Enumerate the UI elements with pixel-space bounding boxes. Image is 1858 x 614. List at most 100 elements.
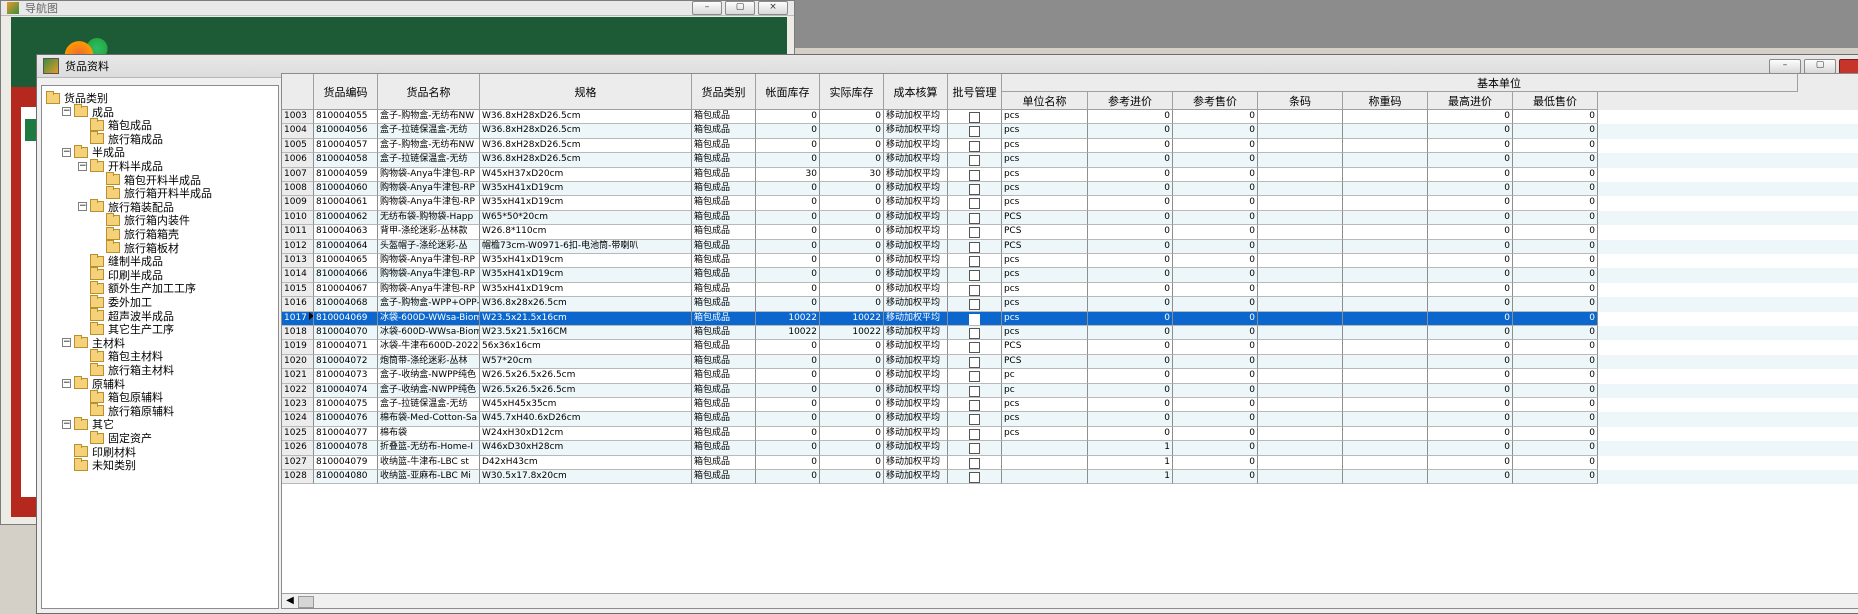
table-cell[interactable]: 0 [1428, 326, 1513, 341]
table-row[interactable]: 1005 810004057 盒子-购物盒-无纺布NW W36.8xH28xD26.5… [282, 138, 1858, 154]
table-cell[interactable] [1343, 254, 1428, 269]
table-cell[interactable]: 810004058 [314, 153, 378, 168]
table-cell[interactable]: 810004061 [314, 196, 378, 211]
table-cell[interactable]: 0 [820, 412, 884, 427]
table-cell[interactable]: 0 [1088, 297, 1173, 312]
table-cell[interactable] [1258, 354, 1343, 370]
table-cell[interactable]: 0 [1428, 110, 1513, 125]
table-cell[interactable]: 1 [1088, 441, 1173, 456]
table-cell[interactable]: 移动加权平均 [884, 441, 948, 456]
table-cell[interactable]: 箱包成品 [692, 167, 756, 182]
table-cell[interactable]: 移动加权平均 [884, 138, 948, 154]
table-cell[interactable]: 移动加权平均 [884, 153, 948, 168]
table-cell[interactable]: 箱包成品 [692, 210, 756, 226]
table-cell[interactable]: 0 [1513, 426, 1598, 442]
table-cell[interactable]: 810004077 [314, 426, 378, 442]
table-cell[interactable]: W65*50*20cm [480, 210, 692, 226]
table-cell[interactable]: 0 [1088, 311, 1173, 326]
table-cell[interactable]: 0 [756, 340, 820, 355]
table-cell[interactable]: 0 [1173, 297, 1258, 312]
table-cell[interactable]: 0 [1088, 398, 1173, 413]
table-cell[interactable]: 箱包成品 [692, 196, 756, 211]
table-cell[interactable]: W26.5x26.5x26.5cm [480, 369, 692, 384]
table-cell[interactable]: 0 [1428, 383, 1513, 398]
table-cell[interactable] [1258, 182, 1343, 197]
table-cell[interactable]: 冰袋-600D-WWsa-Biome [378, 326, 480, 341]
batch-checkbox[interactable] [948, 196, 1002, 211]
table-cell[interactable] [1343, 455, 1428, 470]
table-cell[interactable]: 0 [756, 254, 820, 269]
table-row[interactable]: 1021 810004073 盒子-收纳盒-NWPP纯色 W26.5x26.5x26.… [282, 369, 1858, 384]
table-cell[interactable]: 盒子-购物盒-WPP+OPP- [378, 297, 480, 312]
batch-checkbox[interactable] [948, 398, 1002, 413]
table-cell[interactable]: W23.5x21.5x16CM [480, 326, 692, 341]
table-cell[interactable]: 0 [1173, 340, 1258, 355]
column-header[interactable]: 成本核算 [884, 74, 948, 110]
batch-checkbox[interactable] [948, 282, 1002, 298]
table-cell[interactable]: 0 [1428, 354, 1513, 370]
table-cell[interactable]: 0 [756, 470, 820, 485]
table-cell[interactable] [1258, 110, 1343, 125]
batch-checkbox[interactable] [948, 412, 1002, 427]
table-cell[interactable]: 0 [756, 225, 820, 240]
horizontal-scrollbar[interactable]: ◀ [282, 593, 1858, 608]
table-cell[interactable]: 810004067 [314, 282, 378, 298]
table-cell[interactable] [1343, 470, 1428, 485]
table-cell[interactable]: 0 [1088, 138, 1173, 154]
table-row[interactable]: 1010 810004062 无纺布袋-购物袋-Happ W65*50*20cm 箱包成… [282, 210, 1858, 226]
table-cell[interactable]: pcs [1002, 426, 1088, 442]
table-cell[interactable] [1258, 326, 1343, 341]
batch-checkbox[interactable] [948, 441, 1002, 456]
table-cell[interactable] [1258, 282, 1343, 298]
table-cell[interactable]: W26.5x26.5x26.5cm [480, 383, 692, 398]
table-cell[interactable]: 箱包成品 [692, 138, 756, 154]
table-cell[interactable] [1343, 124, 1428, 139]
table-cell[interactable]: 移动加权平均 [884, 369, 948, 384]
table-cell[interactable] [1343, 153, 1428, 168]
table-cell[interactable]: 0 [1173, 383, 1258, 398]
table-cell[interactable]: 移动加权平均 [884, 268, 948, 283]
collapse-icon[interactable]: − [78, 202, 87, 212]
table-cell[interactable]: 移动加权平均 [884, 167, 948, 182]
collapse-icon[interactable]: − [78, 161, 87, 171]
table-cell[interactable]: 盒子-收纳盒-NWPP纯色 [378, 383, 480, 398]
table-cell[interactable]: 冰袋-牛津布600D-2022 [378, 340, 480, 355]
table-cell[interactable]: 1 [1088, 455, 1173, 470]
table-cell[interactable]: W46xD30xH28cm [480, 441, 692, 456]
table-cell[interactable]: 移动加权平均 [884, 124, 948, 139]
batch-checkbox[interactable] [948, 426, 1002, 442]
table-cell[interactable]: 0 [1513, 369, 1598, 384]
table-cell[interactable]: 移动加权平均 [884, 182, 948, 197]
collapse-icon[interactable]: − [62, 338, 71, 348]
table-cell[interactable]: 0 [1088, 239, 1173, 254]
table-cell[interactable] [1343, 412, 1428, 427]
table-cell[interactable]: 0 [1428, 138, 1513, 154]
table-cell[interactable]: 0 [820, 153, 884, 168]
table-cell[interactable]: 0 [756, 297, 820, 312]
table-cell[interactable]: 0 [1513, 254, 1598, 269]
table-cell[interactable]: 10022 [756, 311, 820, 326]
table-cell[interactable]: 购物袋-Anya牛津包-RP [378, 282, 480, 298]
table-cell[interactable]: 0 [1173, 326, 1258, 341]
table-cell[interactable]: 箱包成品 [692, 182, 756, 197]
column-header[interactable]: 帐面库存 [756, 74, 820, 110]
table-cell[interactable]: W36.8x28x26.5cm [480, 297, 692, 312]
table-cell[interactable]: 0 [1428, 282, 1513, 298]
table-cell[interactable]: 0 [1513, 110, 1598, 125]
table-cell[interactable]: 0 [1173, 225, 1258, 240]
table-cell[interactable]: 0 [820, 268, 884, 283]
table-cell[interactable]: 盒子-拉链保温盒-无纺 [378, 124, 480, 139]
table-cell[interactable]: 箱包成品 [692, 441, 756, 456]
table-cell[interactable] [1343, 167, 1428, 182]
minimize-button[interactable]: – [692, 1, 722, 15]
table-cell[interactable]: W45xH37xD20cm [480, 167, 692, 182]
collapse-icon[interactable]: − [62, 147, 71, 157]
column-header[interactable]: 实际库存 [820, 74, 884, 110]
table-cell[interactable]: 0 [1513, 268, 1598, 283]
table-cell[interactable]: 0 [1428, 167, 1513, 182]
table-cell[interactable]: 0 [1428, 297, 1513, 312]
table-cell[interactable]: 0 [820, 282, 884, 298]
table-cell[interactable]: 0 [1173, 354, 1258, 370]
batch-checkbox[interactable] [948, 182, 1002, 197]
table-cell[interactable]: 箱包成品 [692, 311, 756, 326]
